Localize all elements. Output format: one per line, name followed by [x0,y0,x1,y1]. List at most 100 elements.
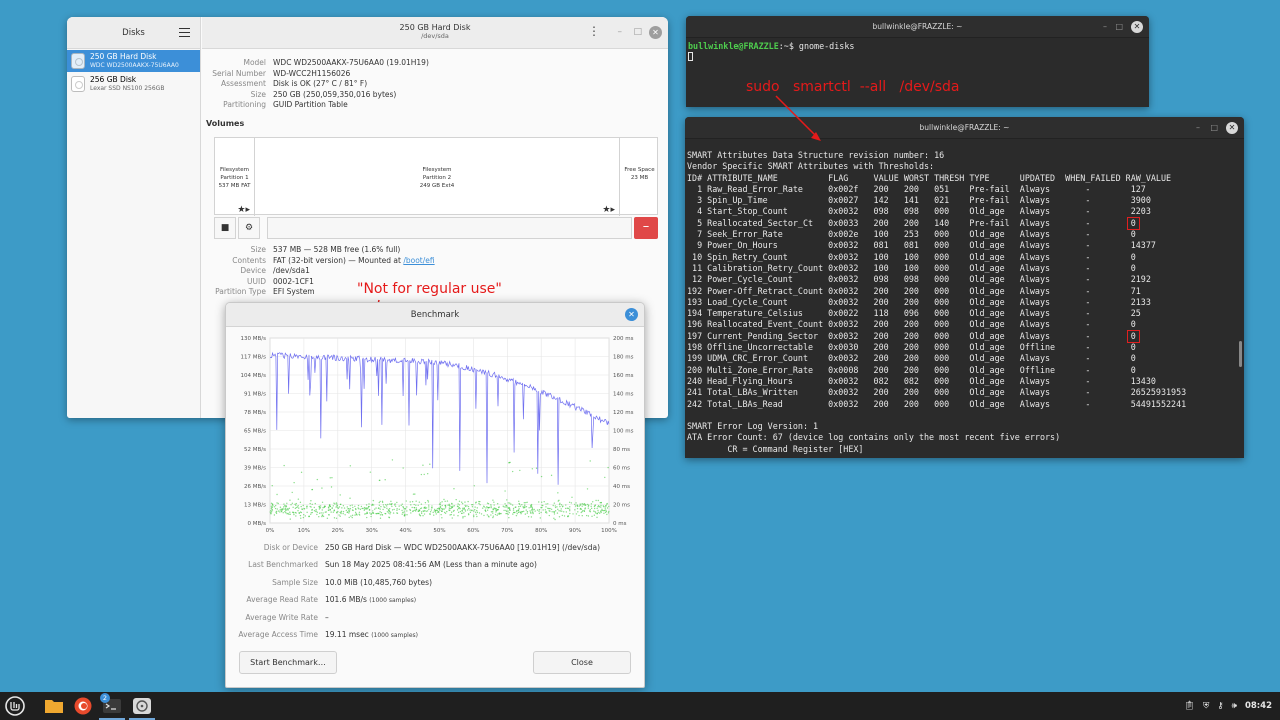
close-icon[interactable]: ✕ [625,308,638,321]
access-time-point [310,513,312,515]
access-time-point [538,501,540,503]
x-tick: 50% [433,528,445,534]
access-time-point [328,509,330,511]
access-time-point [347,508,350,510]
close-button[interactable]: Close [533,651,631,674]
terminal-titlebar: bullwinkle@FRAZZLE: ~ – □ ✕ [685,117,1244,139]
access-time-point [300,517,302,519]
smart-attribute-row: 7 Seek_Error_Rate 0x002e 100 253 000 Old… [687,229,1136,240]
y-tick-right: 40 ms [613,484,630,490]
close-icon[interactable]: ✕ [1131,21,1143,33]
access-time-point [354,508,357,510]
smart-attribute-row: 3 Spin_Up_Time 0x0027 142 141 021 Pre-fa… [687,195,1151,206]
access-time-point [428,506,430,508]
x-tick: 30% [366,528,378,534]
access-time-point [457,515,459,517]
access-time-point [540,511,542,514]
access-time-point [386,507,388,510]
access-time-point [502,505,504,507]
terminal-output[interactable]: SMART Attributes Data Structure revision… [685,139,1244,458]
y-tick-right: 160 ms [613,373,634,379]
access-time-point [459,507,461,510]
access-time-point [478,512,481,514]
access-time-point [288,507,291,510]
partition-label: Partition 1 [220,175,249,181]
access-time-point [414,493,416,495]
access-time-point [451,517,453,519]
access-time-point [512,511,515,514]
access-time-point [297,510,299,512]
access-time-point [293,481,295,484]
smart-attribute-row: 194 Temperature_Celsius 0x0022 118 096 0… [687,308,1141,319]
start-benchmark-button[interactable]: Start Benchmark… [239,651,337,674]
access-time-point [483,514,485,517]
access-time-point [271,484,273,487]
access-time-point [484,509,487,511]
close-icon[interactable]: ✕ [1226,122,1238,134]
volume-icon[interactable]: 🕪 [1232,701,1237,711]
minimize-icon[interactable]: – [1196,117,1200,139]
access-time-point [532,512,534,515]
close-icon[interactable]: ✕ [649,26,662,39]
access-time-point [315,510,317,512]
access-time-point [333,502,335,504]
mount-point-link[interactable]: /boot/efi [403,256,434,265]
access-time-point [302,504,304,507]
terminal-output[interactable]: bullwinkle@FRAZZLE:~$ gnome-disks [686,38,1149,67]
access-time-point [386,511,389,513]
access-time-point [547,503,549,505]
disks-app-icon[interactable] [131,695,153,717]
maximize-icon[interactable]: □ [633,27,642,37]
access-time-point [526,510,529,513]
unmount-icon[interactable]: ■ [214,217,236,239]
file-manager-icon[interactable] [43,695,65,717]
access-time-point [293,512,295,514]
x-tick: 90% [569,528,581,534]
access-time-point [467,500,469,503]
access-time-point [402,505,404,508]
access-time-point [422,515,424,517]
access-time-point [561,505,564,508]
info-key: UUID [247,276,266,286]
device-item-ssd[interactable]: 256 GB Disk Lexar SSD NS100 256GB [67,73,200,95]
network-icon[interactable]: ⚷ [1217,701,1223,711]
volumes-label: Volumes [206,119,245,128]
access-time-point [590,507,593,510]
menu-icon[interactable] [179,28,190,37]
settings-gear-icon[interactable]: ⚙ [238,217,260,239]
mint-menu-icon[interactable] [4,695,26,717]
access-time-point [559,502,561,505]
access-time-point [474,506,476,508]
partition-2[interactable]: Filesystem Partition 2 249 GB Ext4 ★▸ [255,138,620,216]
firefox-icon[interactable] [72,695,94,717]
info-key: Partitioning [223,100,266,109]
access-time-point [452,505,454,507]
access-time-point [569,510,571,512]
y-tick-right: 80 ms [613,447,630,453]
drive-menu-icon[interactable] [588,24,600,39]
clock[interactable]: 08:42 [1245,701,1272,711]
access-time-point [391,459,394,461]
terminal-scrollbar[interactable] [1239,341,1242,367]
access-time-point [571,496,573,498]
access-time-point [593,510,595,512]
access-time-point [556,506,558,508]
maximize-icon[interactable]: □ [1115,16,1123,38]
access-time-point [608,505,610,508]
delete-partition-button[interactable]: – [634,217,658,239]
access-time-point [507,510,509,512]
access-time-point [574,509,576,511]
maximize-icon[interactable]: □ [1210,117,1218,139]
access-time-point [598,512,601,514]
partition-label: 23 MB [630,175,649,181]
clipboard-icon[interactable]: 📋︎ [1184,701,1195,711]
minimize-icon[interactable]: – [1103,16,1107,38]
access-time-point [529,510,531,512]
shield-icon[interactable]: ⛨ [1203,701,1209,711]
free-space[interactable]: Free Space 23 MB [620,138,659,216]
minimize-icon[interactable]: – [618,27,623,37]
access-time-point [316,511,319,514]
access-time-point [604,506,606,508]
device-item-hdd[interactable]: 250 GB Hard Disk WDC WD2500AAKX-75U6AA0 [67,50,200,72]
partition-1[interactable]: Filesystem Partition 1 537 MB FAT ★▸ [215,138,255,216]
